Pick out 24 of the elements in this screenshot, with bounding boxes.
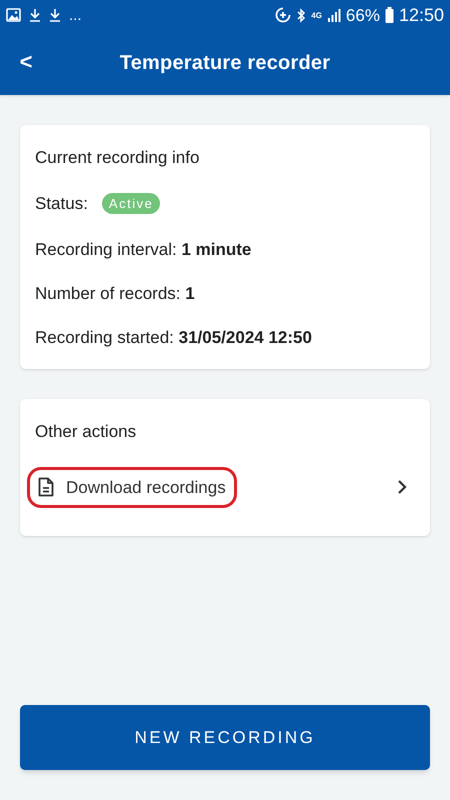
screen-title: Temperature recorder <box>120 50 330 76</box>
info-row-text: Recording started: 31/05/2024 12:50 <box>35 326 313 348</box>
card-title: Other actions <box>35 420 138 442</box>
status-badge: Active <box>102 193 160 214</box>
bluetooth-icon <box>296 8 306 22</box>
network-type: 4G <box>311 12 322 20</box>
status-label: Status: <box>35 193 88 215</box>
clock: 12:50 <box>398 6 444 24</box>
card-title: Current recording info <box>35 147 200 169</box>
download-icon <box>29 8 41 22</box>
battery-percent: 66% <box>346 6 380 24</box>
new-recording-button[interactable]: NEW RECORDING <box>20 705 430 770</box>
battery-icon <box>384 7 394 23</box>
overflow-indicator: ... <box>69 8 82 22</box>
data-saver-icon <box>275 7 292 23</box>
image-icon <box>6 8 21 22</box>
chevron-right-icon <box>397 479 407 496</box>
document-icon <box>38 477 54 498</box>
info-row-text: Recording interval: 1 minute <box>35 238 252 260</box>
info-row-text: Number of records: 1 <box>35 282 196 304</box>
download-icon <box>49 8 61 22</box>
download-link[interactable]: Download recordings <box>27 466 237 508</box>
signal-icon <box>326 8 341 22</box>
back-button[interactable]: < <box>14 47 38 77</box>
